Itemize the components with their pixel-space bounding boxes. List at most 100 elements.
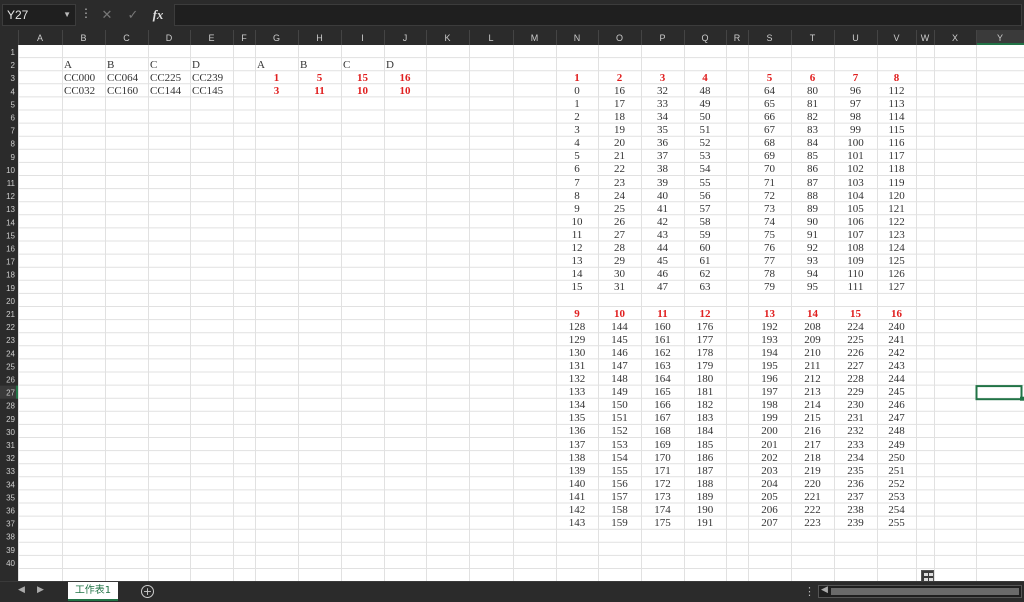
cell-n4[interactable]: 0 xyxy=(556,85,598,98)
cell-v25[interactable]: 243 xyxy=(877,360,916,373)
cell-p34[interactable]: 172 xyxy=(641,478,684,491)
cell-g3[interactable]: 1 xyxy=(255,72,298,85)
cell-e2[interactable]: D xyxy=(192,59,200,72)
cell-u23[interactable]: 225 xyxy=(834,334,877,347)
cell-v33[interactable]: 251 xyxy=(877,465,916,478)
cell-q34[interactable]: 188 xyxy=(684,478,726,491)
cell-u30[interactable]: 232 xyxy=(834,425,877,438)
cell-h3[interactable]: 5 xyxy=(298,72,341,85)
column-header-p[interactable]: P xyxy=(659,33,665,43)
cell-o31[interactable]: 153 xyxy=(598,439,641,452)
row-header-12[interactable]: 12 xyxy=(6,192,15,201)
cell-q3[interactable]: 4 xyxy=(684,72,726,85)
cell-t22[interactable]: 208 xyxy=(791,321,834,334)
cell-b2[interactable]: A xyxy=(64,59,72,72)
cell-i4[interactable]: 10 xyxy=(341,85,384,98)
row-header-25[interactable]: 25 xyxy=(6,362,15,371)
row-header-16[interactable]: 16 xyxy=(6,245,15,254)
cell-n19[interactable]: 15 xyxy=(556,281,598,294)
cell-b3[interactable]: CC000 xyxy=(64,72,95,85)
cell-n35[interactable]: 141 xyxy=(556,491,598,504)
cell-v21[interactable]: 16 xyxy=(877,308,916,321)
cell-o35[interactable]: 157 xyxy=(598,491,641,504)
cell-p8[interactable]: 36 xyxy=(641,137,684,150)
cell-s3[interactable]: 5 xyxy=(748,72,791,85)
cell-t19[interactable]: 95 xyxy=(791,281,834,294)
cell-v8[interactable]: 116 xyxy=(877,137,916,150)
row-header-8[interactable]: 8 xyxy=(11,140,16,149)
name-box[interactable]: Y27 ▼ xyxy=(2,4,76,26)
cell-t11[interactable]: 87 xyxy=(791,177,834,190)
cell-u15[interactable]: 107 xyxy=(834,229,877,242)
cell-q35[interactable]: 189 xyxy=(684,491,726,504)
cell-v34[interactable]: 252 xyxy=(877,478,916,491)
cell-o29[interactable]: 151 xyxy=(598,412,641,425)
cell-v3[interactable]: 8 xyxy=(877,72,916,85)
cell-s5[interactable]: 65 xyxy=(748,98,791,111)
cell-p30[interactable]: 168 xyxy=(641,425,684,438)
cell-n13[interactable]: 9 xyxy=(556,203,598,216)
cell-h2[interactable]: B xyxy=(300,59,307,72)
row-header-15[interactable]: 15 xyxy=(6,231,15,240)
column-header-y[interactable]: Y xyxy=(997,33,1003,43)
cell-p26[interactable]: 164 xyxy=(641,373,684,386)
cell-v7[interactable]: 115 xyxy=(877,124,916,137)
row-header-18[interactable]: 18 xyxy=(6,271,15,280)
cell-t30[interactable]: 216 xyxy=(791,425,834,438)
cell-v32[interactable]: 250 xyxy=(877,452,916,465)
cell-p5[interactable]: 33 xyxy=(641,98,684,111)
worksheet-grid[interactable]: A B C D E F G H I J K L M N O P Q R S T U V W X Y 1 2 3 4 5 6 7 8 9 10 11 12… xyxy=(0,30,1024,581)
cell-u28[interactable]: 230 xyxy=(834,399,877,412)
cell-g2[interactable]: A xyxy=(257,59,265,72)
cell-o28[interactable]: 150 xyxy=(598,399,641,412)
column-header-t[interactable]: T xyxy=(810,33,816,43)
cell-p31[interactable]: 169 xyxy=(641,439,684,452)
column-header-m[interactable]: M xyxy=(531,33,539,43)
cell-t34[interactable]: 220 xyxy=(791,478,834,491)
cell-o3[interactable]: 2 xyxy=(598,72,641,85)
cell-u22[interactable]: 224 xyxy=(834,321,877,334)
cell-o17[interactable]: 29 xyxy=(598,255,641,268)
cell-t16[interactable]: 92 xyxy=(791,242,834,255)
row-header-20[interactable]: 20 xyxy=(6,297,15,306)
cell-u25[interactable]: 227 xyxy=(834,360,877,373)
cell-c2[interactable]: B xyxy=(107,59,114,72)
cell-o7[interactable]: 19 xyxy=(598,124,641,137)
cell-t31[interactable]: 217 xyxy=(791,439,834,452)
row-header-34[interactable]: 34 xyxy=(6,480,15,489)
cell-s9[interactable]: 69 xyxy=(748,150,791,163)
cell-p28[interactable]: 166 xyxy=(641,399,684,412)
cell-s6[interactable]: 66 xyxy=(748,111,791,124)
cell-u32[interactable]: 234 xyxy=(834,452,877,465)
cell-n3[interactable]: 1 xyxy=(556,72,598,85)
cell-q37[interactable]: 191 xyxy=(684,517,726,530)
cell-o25[interactable]: 147 xyxy=(598,360,641,373)
cell-t25[interactable]: 211 xyxy=(791,360,834,373)
cell-v9[interactable]: 117 xyxy=(877,150,916,163)
cell-n25[interactable]: 131 xyxy=(556,360,598,373)
cell-s12[interactable]: 72 xyxy=(748,190,791,203)
cell-s26[interactable]: 196 xyxy=(748,373,791,386)
cell-v28[interactable]: 246 xyxy=(877,399,916,412)
cell-u18[interactable]: 110 xyxy=(834,268,877,281)
cell-o21[interactable]: 10 xyxy=(598,308,641,321)
cell-i2[interactable]: C xyxy=(343,59,350,72)
cell-t9[interactable]: 85 xyxy=(791,150,834,163)
column-header-o[interactable]: O xyxy=(616,33,623,43)
cell-u12[interactable]: 104 xyxy=(834,190,877,203)
cell-q25[interactable]: 179 xyxy=(684,360,726,373)
scrollbar-thumb[interactable] xyxy=(831,588,1019,595)
row-header-19[interactable]: 19 xyxy=(6,284,15,293)
cell-o13[interactable]: 25 xyxy=(598,203,641,216)
row-header-9[interactable]: 9 xyxy=(11,153,16,162)
cell-q11[interactable]: 55 xyxy=(684,177,726,190)
cell-v4[interactable]: 112 xyxy=(877,85,916,98)
cell-t15[interactable]: 91 xyxy=(791,229,834,242)
cell-u10[interactable]: 102 xyxy=(834,163,877,176)
cell-t29[interactable]: 215 xyxy=(791,412,834,425)
cell-p11[interactable]: 39 xyxy=(641,177,684,190)
cell-s29[interactable]: 199 xyxy=(748,412,791,425)
row-header-14[interactable]: 14 xyxy=(6,218,15,227)
column-header-x[interactable]: X xyxy=(952,33,958,43)
cell-u31[interactable]: 233 xyxy=(834,439,877,452)
